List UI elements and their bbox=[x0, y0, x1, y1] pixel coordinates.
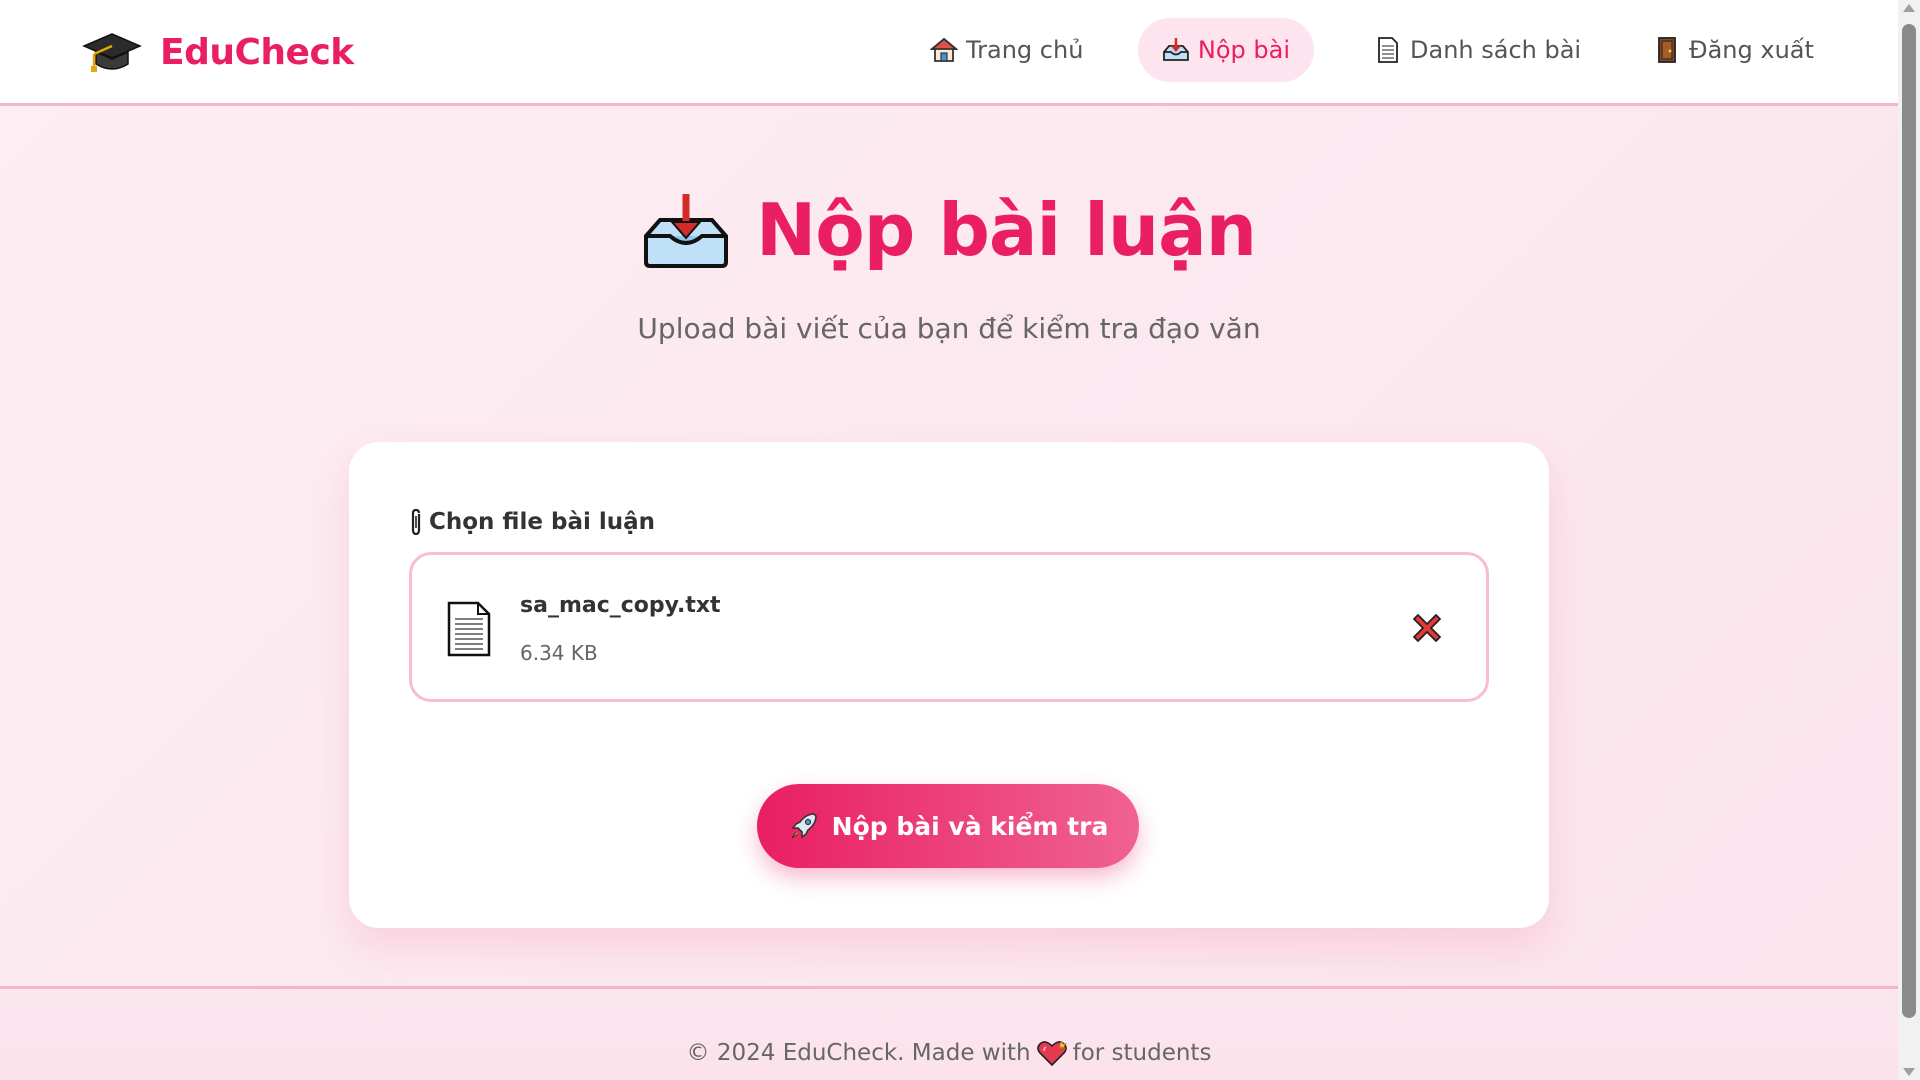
nav-item-submit[interactable]: Nộp bài bbox=[1138, 18, 1314, 82]
page-title: Nộp bài luận bbox=[756, 188, 1257, 272]
submit-button-label: Nộp bài và kiểm tra bbox=[831, 811, 1109, 841]
page-subtitle: Upload bài viết của bạn để kiểm tra đạo … bbox=[637, 312, 1261, 345]
heart-icon bbox=[1036, 1040, 1067, 1067]
nav-label-submit: Nộp bài bbox=[1197, 36, 1290, 64]
footer-text: © 2024 EduCheck. Made with for students bbox=[0, 1039, 1898, 1067]
page-heading: Nộp bài luận bbox=[0, 188, 1898, 272]
graduation-cap-icon bbox=[82, 33, 142, 72]
nav-label-logout: Đăng xuất bbox=[1689, 36, 1814, 64]
inbox-tray-icon bbox=[1163, 38, 1189, 61]
brand-name: EduCheck bbox=[160, 31, 354, 73]
nav-label-list: Danh sách bài bbox=[1410, 36, 1582, 64]
submit-check-button[interactable]: Nộp bài và kiểm tra bbox=[757, 784, 1139, 868]
selected-file-box[interactable]: sa_mac_copy.txt 6.34 KB bbox=[409, 552, 1489, 702]
upload-card: Chọn file bài luận sa_mac_copy.txt 6.34 … bbox=[349, 442, 1549, 928]
nav-item-home[interactable]: Trang chủ bbox=[930, 18, 1083, 82]
file-field-label: Chọn file bài luận bbox=[409, 508, 655, 536]
file-size: 6.34 KB bbox=[520, 641, 598, 665]
inbox-tray-icon bbox=[644, 194, 728, 268]
file-field-label-text: Chọn file bài luận bbox=[429, 509, 656, 535]
document-icon bbox=[447, 601, 491, 657]
footer-tagline: for students bbox=[1072, 1040, 1212, 1066]
rocket-icon bbox=[791, 813, 817, 839]
page: EduCheck Trang chủ Nộp bài Danh sách bài… bbox=[0, 0, 1898, 1080]
scroll-down-arrow-icon[interactable] bbox=[1903, 1068, 1915, 1076]
file-name: sa_mac_copy.txt bbox=[520, 593, 721, 618]
house-icon bbox=[930, 37, 958, 62]
footer: © 2024 EduCheck. Made with for students bbox=[0, 986, 1898, 1080]
remove-file-button[interactable] bbox=[1410, 611, 1444, 645]
nav-item-logout[interactable]: Đăng xuất bbox=[1653, 18, 1814, 82]
top-navbar: EduCheck Trang chủ Nộp bài Danh sách bài… bbox=[0, 0, 1898, 106]
nav-label-home: Trang chủ bbox=[966, 36, 1084, 64]
scroll-up-arrow-icon[interactable] bbox=[1903, 4, 1915, 12]
paperclip-icon bbox=[411, 508, 421, 536]
door-icon bbox=[1658, 37, 1676, 63]
vertical-scrollbar[interactable] bbox=[1898, 0, 1920, 1080]
brand-logo[interactable]: EduCheck bbox=[82, 28, 354, 76]
page-icon bbox=[1378, 37, 1398, 63]
nav-item-list[interactable]: Danh sách bài bbox=[1374, 18, 1581, 82]
footer-copyright: © 2024 EduCheck. Made with bbox=[686, 1040, 1031, 1066]
cross-mark-icon bbox=[1413, 614, 1441, 642]
scroll-thumb[interactable] bbox=[1902, 24, 1916, 1018]
